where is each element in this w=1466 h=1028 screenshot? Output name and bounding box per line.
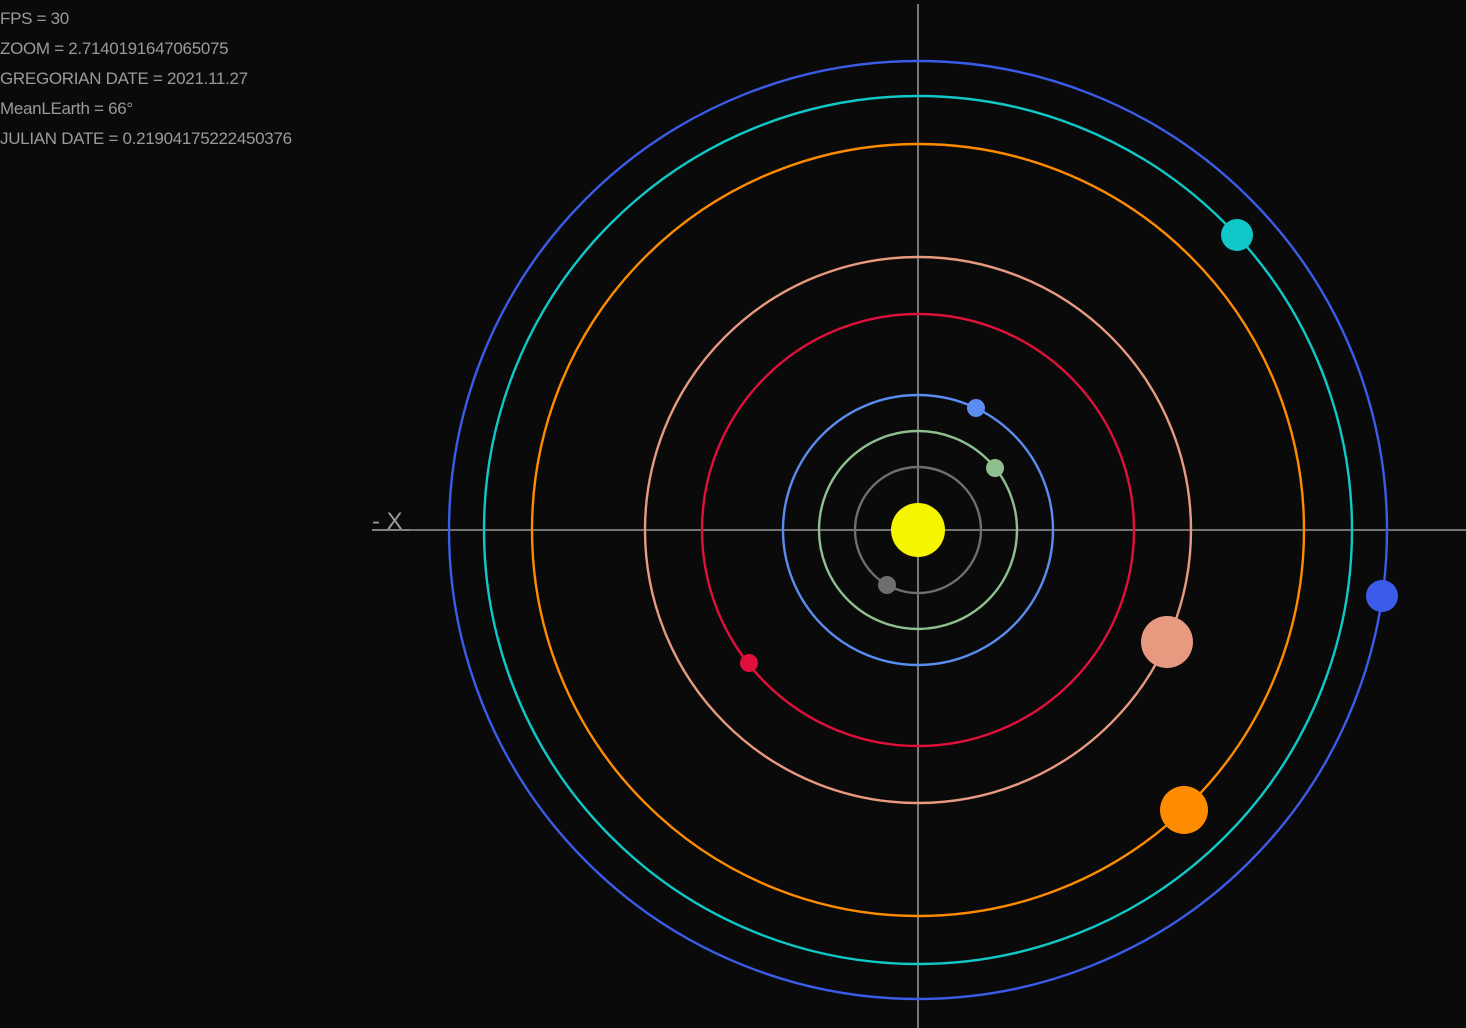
venus-planet[interactable]: [986, 459, 1004, 477]
neptune-planet[interactable]: [1366, 580, 1398, 612]
neg-x-axis-label: - X: [372, 508, 403, 535]
orbit-scene[interactable]: - X: [0, 0, 1466, 1028]
bodies-group: [740, 219, 1398, 834]
sun[interactable]: [891, 503, 945, 557]
jupiter-planet[interactable]: [1141, 616, 1193, 668]
earth-planet[interactable]: [967, 399, 985, 417]
saturn-planet[interactable]: [1160, 786, 1208, 834]
solar-system-canvas[interactable]: FPS = 30 ZOOM = 2.7140191647065075 GREGO…: [0, 0, 1466, 1028]
uranus-planet[interactable]: [1221, 219, 1253, 251]
mars-planet[interactable]: [740, 654, 758, 672]
mercury-planet[interactable]: [878, 576, 896, 594]
